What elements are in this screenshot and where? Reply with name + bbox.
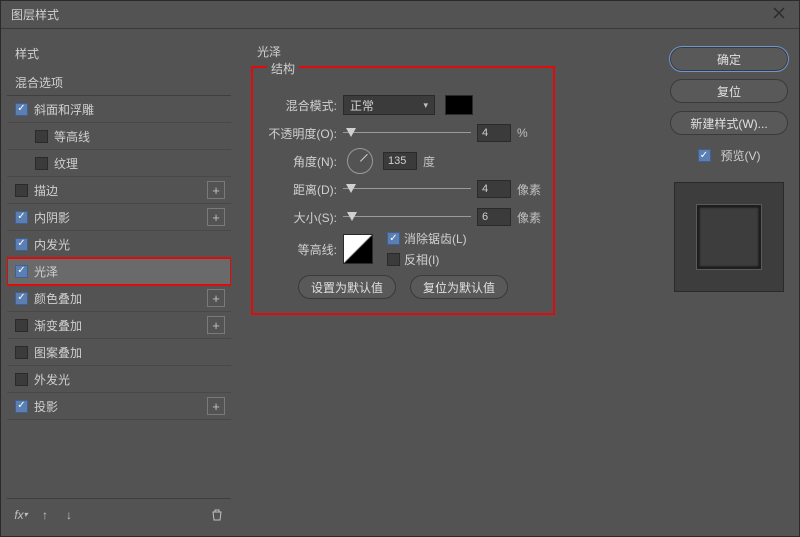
sidebar-item-label: 内发光 bbox=[34, 236, 231, 253]
panel-title: 光泽 bbox=[257, 43, 647, 60]
size-slider[interactable] bbox=[343, 209, 471, 225]
sidebar-item-0[interactable]: 斜面和浮雕 bbox=[7, 96, 231, 123]
reset-button[interactable]: 复位 bbox=[670, 79, 788, 103]
sidebar-item-5[interactable]: 内发光 bbox=[7, 231, 231, 258]
structure-group: 结构 混合模式: 正常 ▾ 不透明度(O): % bbox=[251, 66, 555, 315]
checkbox-icon[interactable] bbox=[15, 292, 28, 305]
checkbox-icon bbox=[387, 232, 400, 245]
preview-swatch bbox=[674, 182, 784, 292]
angle-input[interactable] bbox=[383, 152, 417, 170]
size-unit: 像素 bbox=[517, 209, 543, 226]
color-swatch[interactable] bbox=[445, 95, 473, 115]
invert-label: 反相(I) bbox=[404, 251, 439, 268]
sidebar-item-6[interactable]: 光泽 bbox=[7, 258, 231, 285]
checkbox-icon[interactable] bbox=[15, 238, 28, 251]
sidebar-item-label: 纹理 bbox=[54, 155, 231, 172]
reset-default-button[interactable]: 复位为默认值 bbox=[410, 275, 508, 299]
preview-inner bbox=[697, 205, 761, 269]
dialog-title: 图层样式 bbox=[11, 6, 759, 23]
add-effect-icon[interactable]: + bbox=[207, 208, 225, 226]
angle-dial[interactable] bbox=[347, 148, 373, 174]
opacity-input[interactable] bbox=[477, 124, 511, 142]
checkbox-icon[interactable] bbox=[15, 265, 28, 278]
distance-slider[interactable] bbox=[343, 181, 471, 197]
preview-label: 预览(V) bbox=[721, 147, 761, 164]
sidebar-item-10[interactable]: 外发光 bbox=[7, 366, 231, 393]
styles-sidebar: 样式 混合选项 斜面和浮雕等高线纹理描边+内阴影+内发光光泽颜色叠加+渐变叠加+… bbox=[1, 29, 237, 536]
sidebar-item-label: 斜面和浮雕 bbox=[34, 101, 231, 118]
opacity-unit: % bbox=[517, 126, 543, 140]
distance-input[interactable] bbox=[477, 180, 511, 198]
antialias-label: 消除锯齿(L) bbox=[404, 230, 467, 247]
sidebar-item-label: 等高线 bbox=[54, 128, 231, 145]
checkbox-icon[interactable] bbox=[15, 184, 28, 197]
opacity-label: 不透明度(O): bbox=[263, 125, 337, 142]
sidebar-footer: fx▾ ↑ ↓ bbox=[7, 498, 231, 530]
size-label: 大小(S): bbox=[263, 209, 337, 226]
preview-checkbox[interactable]: 预览(V) bbox=[698, 147, 761, 164]
fx-icon[interactable]: fx▾ bbox=[13, 507, 29, 523]
sidebar-item-label: 渐变叠加 bbox=[34, 317, 207, 334]
sidebar-item-7[interactable]: 颜色叠加+ bbox=[7, 285, 231, 312]
styles-header: 样式 bbox=[7, 39, 231, 68]
contour-picker[interactable] bbox=[343, 234, 373, 264]
structure-legend: 结构 bbox=[267, 62, 299, 76]
add-effect-icon[interactable]: + bbox=[207, 316, 225, 334]
checkbox-icon[interactable] bbox=[15, 211, 28, 224]
main-panel: 光泽 结构 混合模式: 正常 ▾ 不透明度(O): bbox=[237, 29, 659, 536]
chevron-down-icon: ▾ bbox=[423, 100, 428, 111]
sidebar-item-11[interactable]: 投影+ bbox=[7, 393, 231, 420]
add-effect-icon[interactable]: + bbox=[207, 397, 225, 415]
distance-unit: 像素 bbox=[517, 181, 543, 198]
blend-mode-select[interactable]: 正常 ▾ bbox=[343, 95, 435, 115]
new-style-button[interactable]: 新建样式(W)... bbox=[670, 111, 788, 135]
sidebar-item-label: 内阴影 bbox=[34, 209, 207, 226]
close-icon bbox=[773, 7, 785, 22]
checkbox-icon[interactable] bbox=[15, 400, 28, 413]
sidebar-item-label: 外发光 bbox=[34, 371, 231, 388]
invert-checkbox[interactable]: 反相(I) bbox=[387, 251, 467, 268]
angle-unit: 度 bbox=[423, 153, 449, 170]
sidebar-item-2[interactable]: 纹理 bbox=[7, 150, 231, 177]
contour-label: 等高线: bbox=[263, 241, 337, 258]
sidebar-item-label: 描边 bbox=[34, 182, 207, 199]
checkbox-icon bbox=[698, 149, 711, 162]
ok-button[interactable]: 确定 bbox=[670, 47, 788, 71]
close-button[interactable] bbox=[759, 1, 799, 29]
add-effect-icon[interactable]: + bbox=[207, 181, 225, 199]
distance-label: 距离(D): bbox=[263, 181, 337, 198]
sidebar-item-label: 投影 bbox=[34, 398, 207, 415]
blend-options[interactable]: 混合选项 bbox=[7, 68, 231, 96]
sidebar-item-8[interactable]: 渐变叠加+ bbox=[7, 312, 231, 339]
checkbox-icon[interactable] bbox=[15, 319, 28, 332]
sidebar-item-label: 颜色叠加 bbox=[34, 290, 207, 307]
checkbox-icon bbox=[387, 253, 400, 266]
blend-mode-label: 混合模式: bbox=[263, 97, 337, 114]
sidebar-item-label: 图案叠加 bbox=[34, 344, 231, 361]
titlebar: 图层样式 bbox=[1, 1, 799, 29]
sidebar-item-label: 光泽 bbox=[34, 263, 231, 280]
checkbox-icon[interactable] bbox=[15, 373, 28, 386]
sidebar-item-9[interactable]: 图案叠加 bbox=[7, 339, 231, 366]
arrow-up-icon[interactable]: ↑ bbox=[37, 507, 53, 523]
checkbox-icon[interactable] bbox=[35, 130, 48, 143]
add-effect-icon[interactable]: + bbox=[207, 289, 225, 307]
checkbox-icon[interactable] bbox=[15, 346, 28, 359]
set-default-button[interactable]: 设置为默认值 bbox=[298, 275, 396, 299]
blend-mode-value: 正常 bbox=[350, 97, 374, 114]
opacity-slider[interactable] bbox=[343, 125, 471, 141]
checkbox-icon[interactable] bbox=[35, 157, 48, 170]
antialias-checkbox[interactable]: 消除锯齿(L) bbox=[387, 230, 467, 247]
styles-list: 斜面和浮雕等高线纹理描边+内阴影+内发光光泽颜色叠加+渐变叠加+图案叠加外发光投… bbox=[7, 96, 231, 498]
sidebar-item-3[interactable]: 描边+ bbox=[7, 177, 231, 204]
sidebar-item-4[interactable]: 内阴影+ bbox=[7, 204, 231, 231]
size-input[interactable] bbox=[477, 208, 511, 226]
checkbox-icon[interactable] bbox=[15, 103, 28, 116]
layer-style-dialog: 图层样式 样式 混合选项 斜面和浮雕等高线纹理描边+内阴影+内发光光泽颜色叠加+… bbox=[0, 0, 800, 537]
trash-icon[interactable] bbox=[209, 507, 225, 523]
right-column: 确定 复位 新建样式(W)... 预览(V) bbox=[659, 29, 799, 536]
angle-label: 角度(N): bbox=[263, 153, 337, 170]
sidebar-item-1[interactable]: 等高线 bbox=[7, 123, 231, 150]
arrow-down-icon[interactable]: ↓ bbox=[61, 507, 77, 523]
